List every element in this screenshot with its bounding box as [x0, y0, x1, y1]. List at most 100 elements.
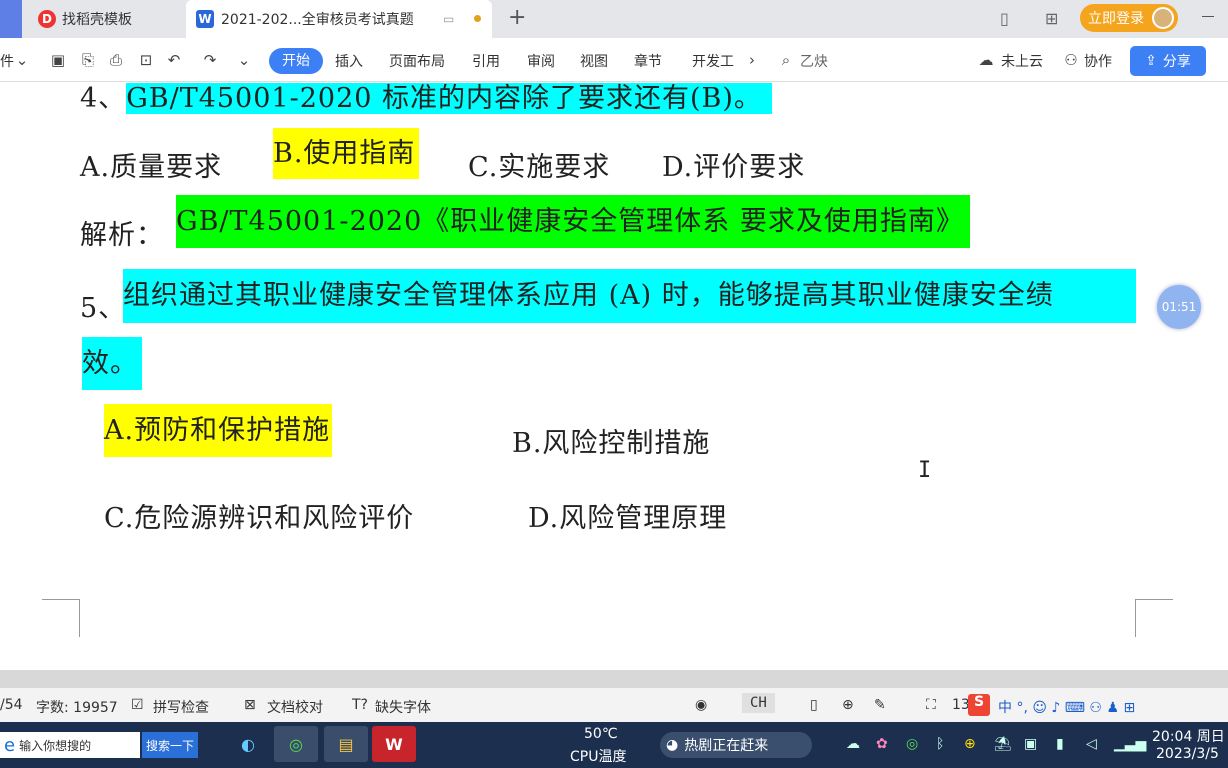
news-icon: ◕	[666, 737, 679, 753]
os-taskbar: e 输入你想搜的 搜索一下 ◐ ◎ ▤ W 50℃ CPU温度 ◕ 热剧正在赶来…	[0, 722, 1228, 768]
bluetooth-icon[interactable]: ᛒ	[936, 736, 944, 752]
export-pdf-icon[interactable]: ⎘	[78, 50, 98, 70]
cpu-temperature-label: CPU温度	[570, 749, 627, 765]
avatar	[1152, 7, 1174, 29]
edge-icon[interactable]: ◐	[226, 726, 270, 762]
share-label: 分享	[1162, 54, 1191, 70]
display-icon[interactable]: ▣	[1024, 736, 1037, 752]
doc-proof-icon: ⊠	[244, 697, 256, 713]
page-indicator[interactable]: /54	[0, 697, 23, 713]
save-icon[interactable]: ▣	[48, 50, 68, 70]
tab-left-stub[interactable]	[0, 0, 22, 38]
q5-option-b: B.风险控制措施	[512, 428, 711, 459]
chevron-down-icon[interactable]: ⌄	[12, 50, 32, 70]
ie-icon: e	[4, 734, 16, 756]
login-button[interactable]: 立即登录	[1080, 4, 1178, 32]
q5-text-line2: 效。	[82, 337, 142, 390]
analysis-label: 解析：	[80, 220, 164, 251]
page-margin-corner-left-top	[42, 599, 80, 600]
ime-toolbar[interactable]: 中 °, ☺ ♪ ⌨ ⚇ ♟ ⊞	[998, 697, 1135, 717]
monitor-icon[interactable]: ▭	[443, 12, 454, 26]
file-explorer-icon[interactable]: ▤	[324, 726, 368, 762]
tab-page-layout[interactable]: 页面布局	[389, 51, 445, 71]
clock-time[interactable]: 20:04 周日	[1152, 726, 1225, 746]
tab-chapter[interactable]: 章节	[634, 51, 662, 71]
ribbon-toolbar: 件 ⌄ ▣ ⎘ ⎙ ⊡ ↶ ↷ ⌄ 开始 插入 页面布局 引用 审阅 视图 章节…	[0, 38, 1228, 82]
wps-taskbar-icon[interactable]: W	[372, 726, 416, 762]
print-icon[interactable]: ⎙	[106, 50, 126, 70]
recording-timer[interactable]: 01:51	[1157, 285, 1201, 329]
search-icon[interactable]: ⌕	[776, 50, 796, 70]
redo-icon[interactable]: ↷	[200, 50, 220, 70]
analysis-text: GB/T45001-2020《职业健康安全管理体系 要求及使用指南》	[176, 195, 970, 248]
tab-start[interactable]: 开始	[269, 48, 323, 74]
apps-grid-icon[interactable]: ⊞	[1045, 9, 1058, 28]
unsaved-dot	[474, 15, 481, 22]
new-tab-icon[interactable]: +	[508, 5, 526, 30]
chevron-right-icon[interactable]: ›	[742, 50, 762, 70]
missing-font-icon: T?	[352, 697, 368, 713]
q4-number: 4、	[80, 83, 127, 114]
tab-insert[interactable]: 插入	[335, 51, 363, 71]
page-margin-corner-right-top	[1135, 599, 1173, 600]
q5-option-a: A.预防和保护措施	[104, 404, 333, 457]
user-add-icon: ⚇	[1064, 51, 1078, 69]
fit-page-icon[interactable]: ⛶	[926, 697, 936, 713]
document-canvas[interactable]: 4、GB/T45001-2020 标准的内容除了要求还有(B)。 A.质量要求 …	[0, 82, 1228, 670]
tab-references[interactable]: 引用	[472, 51, 500, 71]
browser-360-icon[interactable]: ◎	[274, 726, 318, 762]
cloud-icon: ☁	[978, 51, 994, 69]
minimize-icon[interactable]	[1202, 16, 1214, 17]
print-preview-icon[interactable]: ⊡	[136, 50, 156, 70]
spell-check-icon: ☑	[131, 697, 144, 713]
tab-developer[interactable]: 开发工	[692, 51, 734, 71]
tray-plus-icon[interactable]: ⊕	[964, 736, 976, 752]
collab-button[interactable]: 协作	[1084, 51, 1112, 71]
tab-review[interactable]: 审阅	[527, 51, 555, 71]
share-button[interactable]: ⇪ 分享	[1130, 46, 1206, 76]
clock-date[interactable]: 2023/3/5	[1156, 746, 1219, 762]
tab-view[interactable]: 视图	[580, 51, 608, 71]
q4-option-a: A.质量要求	[80, 152, 223, 183]
ime-indicator[interactable]: CH	[742, 693, 775, 713]
q4-options: A.质量要求	[80, 145, 222, 184]
eye-protection-icon[interactable]: ◉	[695, 697, 707, 713]
read-mode-icon[interactable]: ▯	[810, 697, 818, 713]
login-label: 立即登录	[1088, 11, 1144, 27]
sogou-ime-icon[interactable]: S	[968, 694, 990, 716]
web-view-icon[interactable]: ⊕	[842, 697, 854, 713]
q4-option-b: B.使用指南	[273, 128, 420, 179]
tray-360-icon[interactable]: ◎	[906, 736, 918, 752]
tab-label: 找稻壳模板	[62, 12, 132, 28]
tab-template[interactable]: D 找稻壳模板	[24, 0, 184, 38]
tab-label: 2021-202...全审核员考试真题	[221, 12, 414, 28]
page-gap	[0, 670, 1228, 688]
search-input[interactable]: 乙炔	[800, 51, 828, 71]
taskbar-search-input[interactable]: e 输入你想搜的	[0, 732, 140, 758]
q4-option-c: C.实施要求	[468, 152, 611, 183]
network-share-icon[interactable]: ⛱	[994, 736, 1012, 752]
spell-check-button[interactable]: 拼写检查	[153, 697, 209, 717]
battery-icon[interactable]: ▮	[1056, 736, 1064, 752]
q4-option-d: D.评价要求	[662, 152, 806, 183]
quick-access-dropdown-icon[interactable]: ⌄	[234, 50, 254, 70]
cloud-status[interactable]: 未上云	[1001, 51, 1043, 71]
doc-proof-button[interactable]: 文档校对	[267, 697, 323, 717]
word-count[interactable]: 字数: 19957	[36, 697, 118, 717]
volume-icon[interactable]: ◁	[1086, 736, 1097, 752]
cpu-temperature: 50℃	[584, 726, 618, 742]
flower-icon[interactable]: ✿	[876, 736, 888, 752]
edit-mode-icon[interactable]: ✎	[874, 697, 886, 713]
window-layout-icon[interactable]: ▯	[1000, 9, 1009, 28]
page-margin-corner-left	[42, 599, 80, 637]
taskbar-search-button[interactable]: 搜索一下	[142, 732, 198, 758]
hot-news-widget[interactable]: ◕ 热剧正在赶来	[660, 732, 812, 758]
undo-icon[interactable]: ↶	[164, 50, 184, 70]
wechat-icon[interactable]: ☁	[846, 736, 860, 752]
signal-icon[interactable]: ▁▃▅	[1114, 736, 1146, 752]
q5-option-c: C.危险源辨识和风险评价	[104, 503, 415, 534]
missing-font-button[interactable]: 缺失字体	[375, 697, 431, 717]
hot-news-label: 热剧正在赶来	[684, 738, 769, 754]
taskbar-search-placeholder: 输入你想搜的	[19, 738, 92, 753]
text-cursor-icon: I	[918, 458, 932, 483]
